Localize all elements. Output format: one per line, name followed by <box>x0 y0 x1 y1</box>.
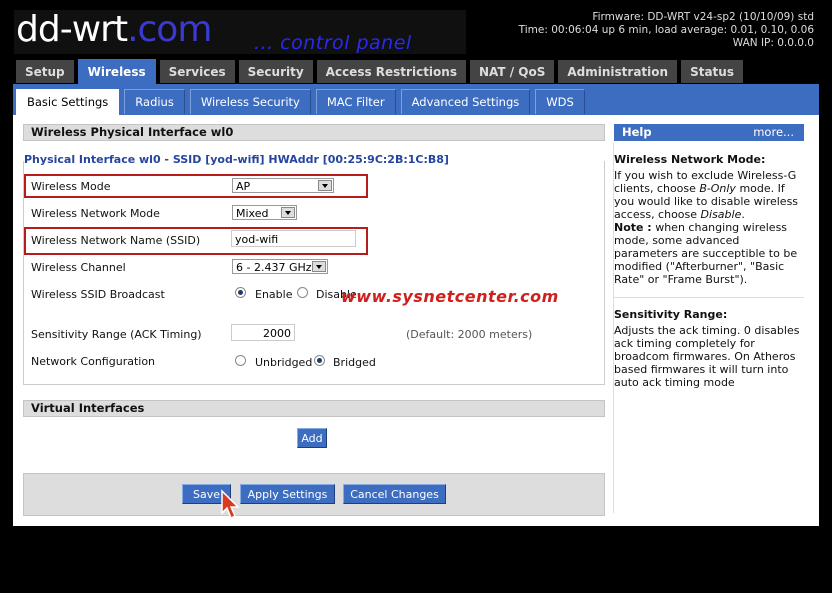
broadcast-enable-label: Enable <box>255 288 293 301</box>
bridged-radio[interactable] <box>314 355 325 366</box>
wan-ip: WAN IP: 0.0.0.0 <box>732 37 814 49</box>
cancel-changes-button[interactable]: Cancel Changes <box>343 484 446 504</box>
apply-settings-button[interactable]: Apply Settings <box>240 484 335 504</box>
brand-tagline: ... control panel <box>254 32 412 54</box>
subtab-advanced-settings[interactable]: Advanced Settings <box>400 89 531 114</box>
help-sensitivity-section: Sensitivity Range: Adjusts the ack timin… <box>614 308 804 389</box>
tab-security[interactable]: Security <box>238 60 313 83</box>
help-more-link[interactable]: more... <box>753 124 794 141</box>
help-header: Help more... <box>614 124 804 141</box>
uptime: Time: 00:06:04 up 6 min, load average: 0… <box>518 24 814 36</box>
tab-setup[interactable]: Setup <box>16 60 74 83</box>
sensitivity-input[interactable]: 2000 <box>231 324 295 341</box>
firmware-info: Firmware: DD-WRT v24-sp2 (10/10/09) std … <box>519 11 814 50</box>
tab-access-restrictions[interactable]: Access Restrictions <box>316 60 466 83</box>
firmware-version: Firmware: DD-WRT v24-sp2 (10/10/09) std <box>592 11 814 23</box>
virtual-interfaces-header: Virtual Interfaces <box>23 400 605 417</box>
chevron-down-icon <box>312 261 326 272</box>
tab-administration[interactable]: Administration <box>558 60 678 83</box>
help-sens-text: Adjusts the ack timing. 0 disables ack t… <box>614 324 800 389</box>
sub-tabs: Basic Settings Radius Wireless Security … <box>16 89 585 116</box>
content-panel: Wireless Physical Interface wl0 Physical… <box>13 115 819 526</box>
subtab-wds[interactable]: WDS <box>535 89 585 114</box>
brand-name: dd-wrt.com <box>16 9 212 50</box>
help-sens-title: Sensitivity Range: <box>614 308 728 321</box>
broadcast-enable-radio[interactable] <box>235 287 246 298</box>
ssid-input[interactable]: yod-wifi <box>231 230 356 247</box>
add-button[interactable]: Add <box>297 428 327 448</box>
chevron-down-icon <box>318 180 332 191</box>
channel-select[interactable]: 6 - 2.437 GHz <box>232 259 328 274</box>
help-note: Note : when changing wireless mode, some… <box>614 221 798 286</box>
broadcast-disable-radio[interactable] <box>297 287 308 298</box>
subtab-radius[interactable]: Radius <box>124 89 185 114</box>
mouse-cursor-icon <box>221 489 240 520</box>
help-separator <box>614 297 804 298</box>
wireless-mode-label: Wireless Mode <box>31 180 111 193</box>
subtab-basic-settings[interactable]: Basic Settings <box>16 89 120 116</box>
unbridged-label: Unbridged <box>255 356 313 369</box>
channel-label: Wireless Channel <box>31 261 126 274</box>
physical-legend: Physical Interface wl0 - SSID [yod-wifi]… <box>24 153 452 166</box>
sensitivity-label: Sensitivity Range (ACK Timing) <box>31 328 202 341</box>
tab-nat-qos[interactable]: NAT / QoS <box>469 60 555 83</box>
watermark: www.sysnetcenter.com <box>341 287 559 306</box>
main-tabs: Setup Wireless Services Security Access … <box>16 59 743 85</box>
bridged-label: Bridged <box>333 356 376 369</box>
help-mode-title: Wireless Network Mode: <box>614 153 766 166</box>
help-mode-section: Wireless Network Mode: If you wish to ex… <box>614 153 804 286</box>
tab-services[interactable]: Services <box>159 60 235 83</box>
network-mode-label: Wireless Network Mode <box>31 207 160 220</box>
chevron-down-icon <box>281 207 295 218</box>
help-mode-text: If you wish to exclude Wireless-G client… <box>614 169 799 221</box>
netconfig-label: Network Configuration <box>31 355 156 368</box>
tab-status[interactable]: Status <box>681 60 743 83</box>
logo: dd-wrt.com ... control panel <box>14 9 466 54</box>
unbridged-radio[interactable] <box>235 355 246 366</box>
subtab-mac-filter[interactable]: MAC Filter <box>315 89 396 114</box>
tab-wireless[interactable]: Wireless <box>77 59 156 85</box>
physical-interface-header: Wireless Physical Interface wl0 <box>23 124 605 141</box>
broadcast-label: Wireless SSID Broadcast <box>31 288 165 301</box>
ssid-label: Wireless Network Name (SSID) <box>31 234 201 247</box>
wireless-mode-select[interactable]: AP <box>232 178 334 193</box>
network-mode-select[interactable]: Mixed <box>232 205 297 220</box>
subtab-wireless-security[interactable]: Wireless Security <box>189 89 311 114</box>
help-title: Help <box>622 125 652 139</box>
sensitivity-default: (Default: 2000 meters) <box>406 328 533 341</box>
